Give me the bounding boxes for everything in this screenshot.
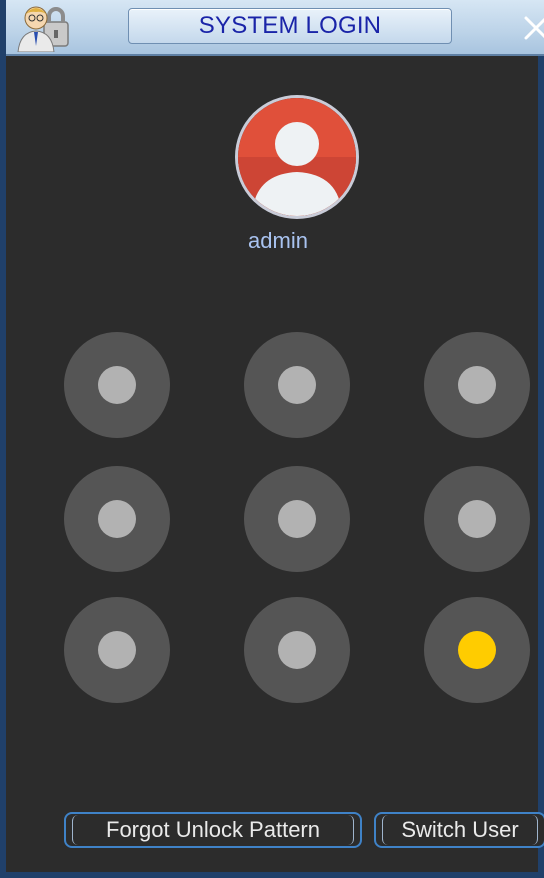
unlock-pattern-grid (6, 0, 544, 878)
pattern-dot-5 (278, 500, 316, 538)
pattern-node-8[interactable] (244, 597, 350, 703)
forgot-unlock-pattern-button[interactable]: Forgot Unlock Pattern (64, 812, 362, 848)
pattern-node-6[interactable] (424, 466, 530, 572)
pattern-dot-4 (98, 500, 136, 538)
pattern-node-2[interactable] (244, 332, 350, 438)
pattern-dot-7 (98, 631, 136, 669)
pattern-node-1[interactable] (64, 332, 170, 438)
pattern-dot-1 (98, 366, 136, 404)
pattern-dot-9 (458, 631, 496, 669)
pattern-node-4[interactable] (64, 466, 170, 572)
forgot-unlock-pattern-label: Forgot Unlock Pattern (72, 815, 354, 845)
pattern-dot-6 (458, 500, 496, 538)
pattern-dot-8 (278, 631, 316, 669)
pattern-node-5[interactable] (244, 466, 350, 572)
switch-user-button[interactable]: Switch User (374, 812, 544, 848)
login-window: SYSTEM LOGIN admin Forgot Unlock Pattern… (0, 0, 544, 878)
pattern-node-9[interactable] (424, 597, 530, 703)
pattern-dot-2 (278, 366, 316, 404)
pattern-dot-3 (458, 366, 496, 404)
pattern-node-7[interactable] (64, 597, 170, 703)
pattern-node-3[interactable] (424, 332, 530, 438)
switch-user-label: Switch User (382, 815, 538, 845)
